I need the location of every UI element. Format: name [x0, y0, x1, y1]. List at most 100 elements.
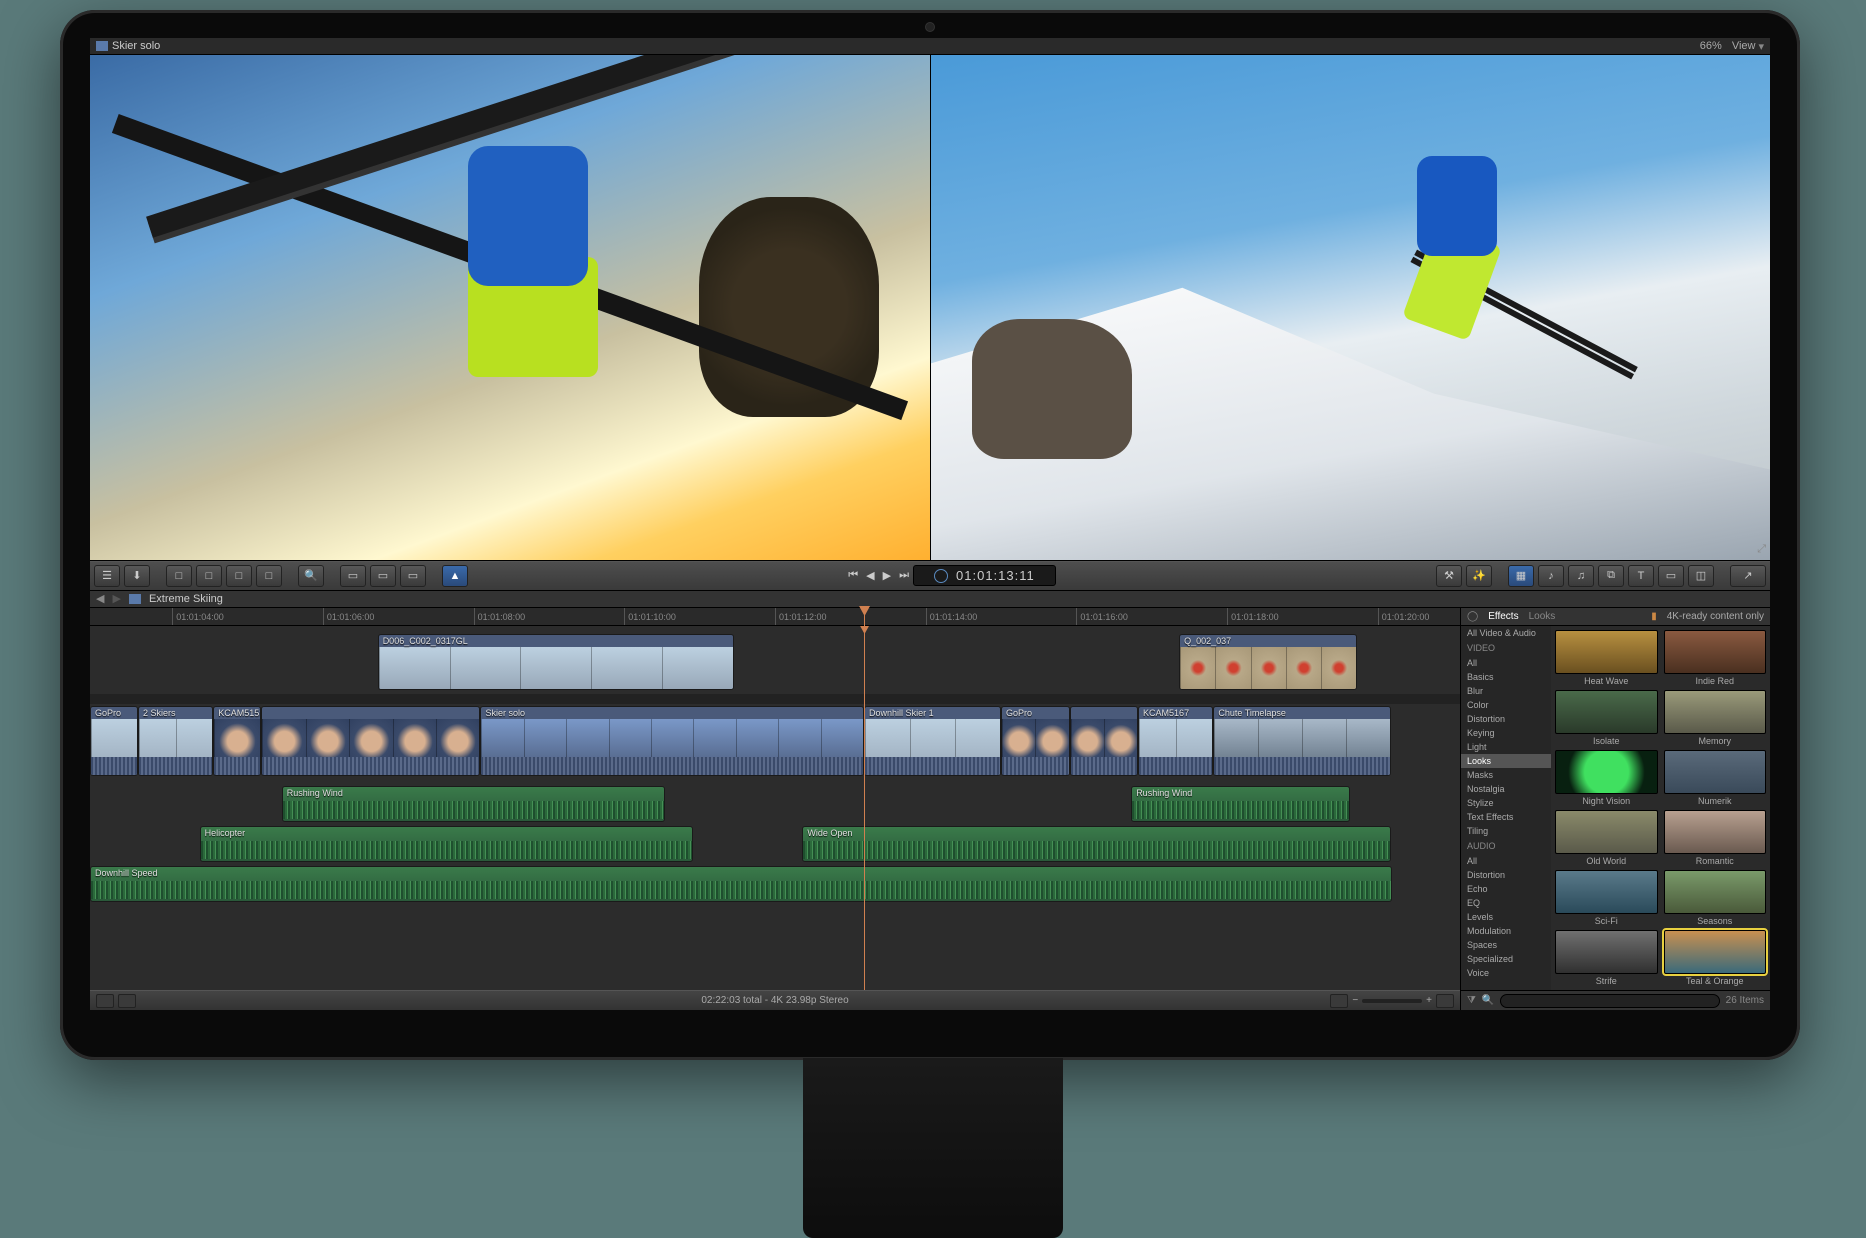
viewer-canvas[interactable]: ⤢ — [931, 55, 1771, 560]
project-name[interactable]: Extreme Skiing — [149, 593, 223, 605]
forward-icon[interactable]: ▶ — [112, 592, 120, 605]
fx-category[interactable]: Distortion — [1461, 712, 1551, 726]
snapping-toggle[interactable] — [118, 994, 136, 1008]
clip[interactable]: GoPro — [1001, 706, 1070, 776]
clip[interactable]: Wide Open — [802, 826, 1391, 862]
fx-category[interactable]: Spaces — [1461, 938, 1551, 952]
back-icon[interactable]: ◀ — [96, 592, 104, 605]
titles-button[interactable]: T — [1628, 565, 1654, 587]
insert-button[interactable]: □ — [196, 565, 222, 587]
clip[interactable]: Downhill Skier 1 — [864, 706, 1001, 776]
playhead[interactable] — [864, 608, 865, 626]
viewer-event[interactable] — [90, 55, 930, 560]
fx-item[interactable]: Old World — [1555, 810, 1658, 866]
fx-category[interactable]: All Video & Audio — [1461, 626, 1551, 640]
import-button[interactable]: ⬇ — [124, 565, 150, 587]
clip[interactable]: Q_002_037 — [1179, 634, 1357, 690]
clip[interactable]: Rushing Wind — [1131, 786, 1350, 822]
clip[interactable]: Helicopter — [200, 826, 693, 862]
timecode-display[interactable]: 01:01:13:11 — [913, 565, 1056, 586]
fx-category[interactable]: Nostalgia — [1461, 782, 1551, 796]
fx-item[interactable]: Numerik — [1664, 750, 1767, 806]
fx-search-input[interactable] — [1500, 994, 1719, 1008]
fx-category[interactable]: Blur — [1461, 684, 1551, 698]
clip[interactable] — [261, 706, 480, 776]
fx-item[interactable]: Sci-Fi — [1555, 870, 1658, 926]
effects-browser-button[interactable]: ▦ — [1508, 565, 1534, 587]
fx-item[interactable]: Memory — [1664, 690, 1767, 746]
fx-item[interactable]: Indie Red — [1664, 630, 1767, 686]
music-browser-button[interactable]: ♫ — [1568, 565, 1594, 587]
fx-category[interactable]: Looks — [1461, 754, 1551, 768]
clip[interactable]: GoPro — [90, 706, 138, 776]
fx-item[interactable]: Strife — [1555, 930, 1658, 986]
fx-category[interactable]: Modulation — [1461, 924, 1551, 938]
tool-trim[interactable]: ▭ — [340, 565, 366, 587]
expand-icon[interactable]: ⤢ — [1757, 543, 1766, 556]
generators-button[interactable]: ▭ — [1658, 565, 1684, 587]
connect-button[interactable]: □ — [166, 565, 192, 587]
fx-category[interactable]: Voice — [1461, 966, 1551, 980]
select-tool[interactable]: ▲ — [442, 565, 468, 587]
fx-category[interactable]: Color — [1461, 698, 1551, 712]
zoom-in-icon[interactable]: + — [1426, 995, 1432, 1006]
clip[interactable]: Downhill Speed — [90, 866, 1392, 902]
fx-item[interactable]: Heat Wave — [1555, 630, 1658, 686]
fx-item[interactable]: Night Vision — [1555, 750, 1658, 806]
themes-button[interactable]: ◫ — [1688, 565, 1714, 587]
clip[interactable]: KCAM5159 — [213, 706, 261, 776]
search-button[interactable]: 🔍 — [298, 565, 324, 587]
fx-item[interactable]: Romantic — [1664, 810, 1767, 866]
fx-category[interactable]: Distortion — [1461, 868, 1551, 882]
clip[interactable]: 2 Skiers — [138, 706, 213, 776]
zoom-out-icon[interactable]: − — [1352, 995, 1358, 1006]
index-button[interactable]: ☰ — [94, 565, 120, 587]
clip[interactable]: Skier solo — [480, 706, 864, 776]
photos-browser-button[interactable]: ♪ — [1538, 565, 1564, 587]
fx-category[interactable]: All — [1461, 656, 1551, 670]
retime-button[interactable]: ⚒ — [1436, 565, 1462, 587]
zoom-slider[interactable] — [1362, 999, 1422, 1003]
fx-category[interactable]: Text Effects — [1461, 810, 1551, 824]
fx-filter-label[interactable]: 4K-ready content only — [1667, 611, 1764, 622]
close-panel-icon[interactable]: ◯ — [1467, 611, 1478, 622]
clip[interactable] — [1070, 706, 1139, 776]
fx-category[interactable]: Masks — [1461, 768, 1551, 782]
clip[interactable]: D006_C002_0317GL — [378, 634, 734, 690]
filter-icon[interactable]: ⧩ — [1467, 995, 1476, 1006]
clip[interactable]: KCAM5167 — [1138, 706, 1213, 776]
timeline-ruler[interactable]: 01:01:04:0001:01:06:0001:01:08:0001:01:1… — [90, 608, 1460, 626]
chevron-down-icon[interactable]: ▾ — [1758, 40, 1764, 53]
fx-category[interactable]: Levels — [1461, 910, 1551, 924]
fx-category[interactable]: All — [1461, 854, 1551, 868]
fx-category[interactable]: Specialized — [1461, 952, 1551, 966]
play-icon[interactable]: ▶ — [883, 569, 891, 582]
overwrite-button[interactable]: □ — [256, 565, 282, 587]
append-button[interactable]: □ — [226, 565, 252, 587]
prev-frame-icon[interactable]: ◀ — [866, 569, 874, 582]
fx-category[interactable]: Echo — [1461, 882, 1551, 896]
timeline[interactable]: D006_C002_0317GLQ_002_037GoPro2 SkiersKC… — [90, 626, 1460, 990]
share-button[interactable]: ↗ — [1730, 565, 1766, 587]
fx-category[interactable]: Stylize — [1461, 796, 1551, 810]
fx-category[interactable]: Keying — [1461, 726, 1551, 740]
tab-effects[interactable]: Effects — [1488, 611, 1518, 622]
fx-category[interactable]: Light — [1461, 740, 1551, 754]
tool-position[interactable]: ▭ — [370, 565, 396, 587]
skimming-toggle[interactable] — [96, 994, 114, 1008]
fx-item[interactable]: Seasons — [1664, 870, 1767, 926]
view-menu[interactable]: View — [1732, 40, 1756, 52]
tool-range[interactable]: ▭ — [400, 565, 426, 587]
tab-looks[interactable]: Looks — [1529, 611, 1556, 622]
fx-category[interactable]: Basics — [1461, 670, 1551, 684]
clip-appearance-button[interactable] — [1436, 994, 1454, 1008]
fx-category[interactable]: EQ — [1461, 896, 1551, 910]
clip[interactable]: Chute Timelapse — [1213, 706, 1391, 776]
audio-meter-button[interactable] — [1330, 994, 1348, 1008]
transitions-button[interactable]: ⧉ — [1598, 565, 1624, 587]
skip-back-icon[interactable]: ⏮ — [848, 569, 858, 582]
enhance-button[interactable]: ✨ — [1466, 565, 1492, 587]
zoom-percent[interactable]: 66% — [1700, 40, 1722, 52]
clip[interactable]: Rushing Wind — [282, 786, 666, 822]
fx-item[interactable]: Teal & Orange — [1664, 930, 1767, 986]
